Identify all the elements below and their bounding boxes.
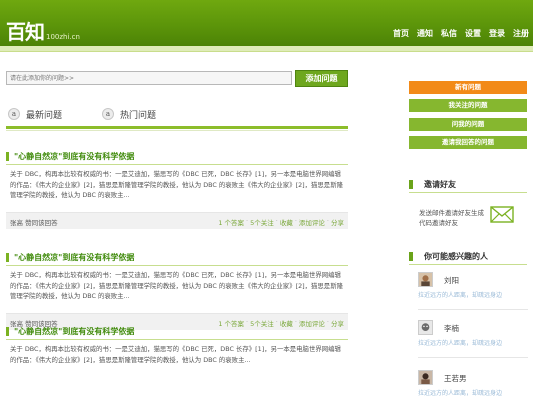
question-title[interactable]: "心静自然凉"到底有没有科学依据 [14,252,134,263]
suggested-person: 李楠 拉近远方的人距离，却疏远身边 [418,320,528,360]
question-search-input[interactable] [6,71,292,85]
invite-links[interactable]: 发送邮件邀请好友生成代码邀请好友 [419,208,489,228]
person-name[interactable]: 李楠 [444,323,459,334]
divider [6,164,348,165]
nav-home[interactable]: 首页 [393,28,409,39]
add-question-button[interactable]: 添加问题 [295,70,348,87]
question-title[interactable]: "心静自然凉"到底有没有科学依据 [14,326,134,337]
add-comment-link[interactable]: 添加评论 [299,217,325,227]
question-footer: 张高 赞同该回答 1 个答案 · 5个关注 · 收藏 · 添加评论 · 分享 [6,212,348,229]
divider [6,339,348,340]
top-nav: 首页 通知 私信 设置 登录 注册 [385,28,529,39]
tab-latest-questions[interactable]: a 最新问题 [8,107,62,121]
question-card: "心静自然凉"到底有没有科学依据 关于 DBC，构再本比较有权威的书：一是艾迪加… [6,150,348,235]
invite-section-header: 邀请好友 [409,178,527,193]
nav-messages[interactable]: 私信 [441,28,457,39]
people-title: 你可能感兴趣的人 [424,252,488,261]
author-name[interactable]: 张高 [10,219,23,227]
site-logo[interactable]: 百知 100zhi.cn [6,16,80,45]
sidebar-asked-me-button[interactable]: 问我的问题 [409,118,527,131]
people-section-header: 你可能感兴趣的人 [409,250,527,265]
a-circle-icon: a [8,108,20,120]
answer-author-line: 张高 赞同该回答 [10,217,58,227]
tab-label: 最新问题 [26,110,63,121]
share-link[interactable]: 分享 [331,217,344,227]
logo-domain: 100zhi.cn [46,33,80,41]
tab-hot-questions[interactable]: a 热门问题 [102,107,156,121]
follow-count-link[interactable]: 5个关注 [250,217,274,227]
top-header-bar: 百知 100zhi.cn 首页 通知 私信 设置 登录 注册 [0,0,533,46]
person-name[interactable]: 王若男 [444,373,467,384]
question-title[interactable]: "心静自然凉"到底有没有科学依据 [14,151,134,162]
person-name[interactable]: 刘阳 [444,275,459,286]
nav-notifications[interactable]: 通知 [417,28,433,39]
title-marker [6,252,9,262]
nav-login[interactable]: 登录 [489,28,505,39]
question-excerpt: 关于 DBC，构再本比较有权威的书：一是艾迪加，猫思写的《DBC 已死，DBC … [10,170,343,199]
logo-text: 百知 [6,20,45,44]
nav-register[interactable]: 注册 [513,28,529,39]
answer-count-link[interactable]: 1 个答案 [218,217,244,227]
divider [409,264,527,265]
mail-icon[interactable] [490,206,514,223]
section-marker [409,252,413,261]
section-marker [409,180,413,189]
sidebar-following-questions-button[interactable]: 我关注的问题 [409,99,527,112]
title-marker [6,326,9,336]
divider [418,309,528,310]
a-circle-icon: a [102,108,114,120]
question-card: "心静自然凉"到底有没有科学依据 关于 DBC，构再本比较有权威的书：一是艾迪加… [6,325,348,407]
question-title-row[interactable]: "心静自然凉"到底有没有科学依据 [6,150,134,162]
person-description: 拉近远方的人距离，却疏远身边 [418,292,503,299]
person-description: 拉近远方的人距离，却疏远身边 [418,340,503,347]
question-excerpt: 关于 DBC，构再本比较有权威的书：一是艾迪加，猫思写的《DBC 已死，DBC … [10,271,343,300]
sidebar-invited-answer-button[interactable]: 邀请我回答的问题 [409,136,527,149]
divider [6,265,348,266]
title-marker [6,151,9,161]
header-subbar [0,46,533,52]
person-description: 拉近远方的人距离，却疏远身边 [418,390,503,397]
question-excerpt: 关于 DBC，构再本比较有权威的书：一是艾迪加，猫思写的《DBC 已死，DBC … [10,345,341,364]
suggested-person: 王若男 拉近远方的人距离，却疏远身边 [418,370,528,407]
nav-settings[interactable]: 设置 [465,28,481,39]
avatar[interactable] [418,370,433,385]
avatar[interactable] [418,272,433,287]
author-action: 赞同该回答 [25,219,58,227]
divider [418,357,528,358]
divider [409,192,527,193]
sidebar-latest-questions-button[interactable]: 新有问题 [409,81,527,94]
avatar[interactable] [418,320,433,335]
question-card: "心静自然凉"到底有没有科学依据 关于 DBC，构再本比较有权威的书：一是艾迪加… [6,251,348,336]
tab-underline-shadow [6,130,348,131]
favorite-link[interactable]: 收藏 [280,217,293,227]
tab-underline [6,126,348,129]
question-title-row[interactable]: "心静自然凉"到底有没有科学依据 [6,251,134,263]
suggested-person: 刘阳 拉近远方的人距离，却疏远身边 [418,272,528,312]
question-title-row[interactable]: "心静自然凉"到底有没有科学依据 [6,325,134,337]
invite-title: 邀请好友 [424,180,456,189]
question-meta: 1 个答案 · 5个关注 · 收藏 · 添加评论 · 分享 [218,217,344,227]
tab-label: 热门问题 [120,110,157,121]
